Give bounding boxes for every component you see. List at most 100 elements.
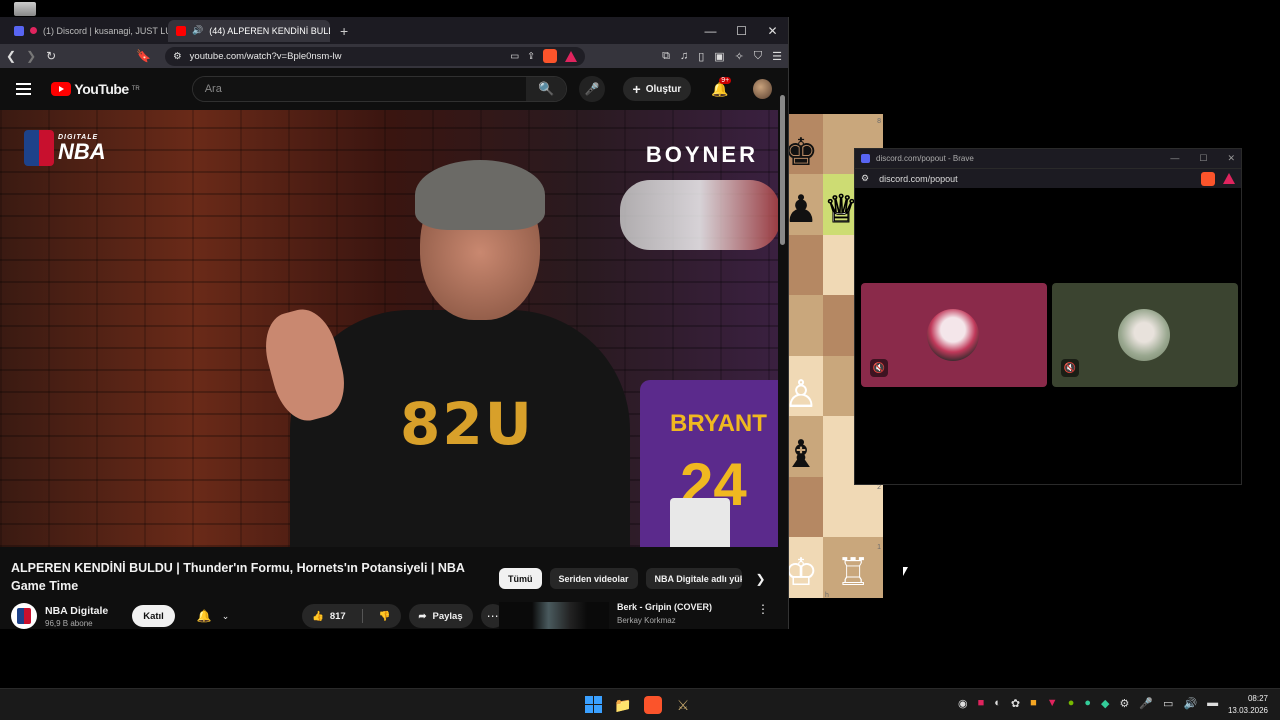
youtube-play-icon <box>51 82 72 96</box>
minimize-button[interactable]: — <box>695 24 726 38</box>
volume-icon[interactable]: 🔊 <box>1183 697 1197 710</box>
popout-address-bar[interactable]: ⚙ discord.com/popout <box>855 168 1241 188</box>
tab-label: (1) Discord | kusanagi, JUST LUX. <box>43 25 168 36</box>
reload-icon[interactable]: ↻ <box>46 49 56 63</box>
app-tray-icon[interactable]: ▼ <box>1047 697 1058 710</box>
join-button[interactable]: Katıl <box>132 605 175 627</box>
site-info-icon[interactable]: ⚙ <box>173 51 182 62</box>
tab-discord[interactable]: (1) Discord | kusanagi, JUST LUX. <box>6 20 168 42</box>
app-tray-icon[interactable]: ✿ <box>1011 697 1020 710</box>
forward-icon[interactable]: ❯ <box>26 49 36 63</box>
video-title: ALPEREN KENDİNİ BULDU | Thunder'ın Formu… <box>11 561 465 593</box>
white-pawn-piece[interactable]: ♙ <box>789 364 831 424</box>
app-tray-icon[interactable]: ■ <box>978 697 985 710</box>
tab-search-icon[interactable]: ⧉ <box>662 50 670 63</box>
bookmark-icon[interactable]: 🔖 <box>136 49 151 63</box>
white-rook-piece[interactable]: ♖ <box>823 542 883 602</box>
channel-avatar[interactable] <box>11 603 37 629</box>
video-player[interactable]: BRYANT 24 82U DIGITALE NBA BOYNER <box>0 110 778 547</box>
rank-label: 2 <box>877 484 881 491</box>
participant-tile[interactable]: 🔇 <box>861 283 1047 387</box>
presenter: 82U <box>250 150 630 547</box>
share-icon: ➦ <box>418 610 427 622</box>
desktop-icon[interactable] <box>14 2 36 16</box>
close-button[interactable]: ✕ <box>1227 153 1235 164</box>
black-pawn-piece[interactable]: ♟ <box>789 179 831 239</box>
app-tray-icon[interactable]: ◆ <box>1101 697 1109 710</box>
thumbs-up-icon: 👍 <box>312 610 324 622</box>
new-tab-button[interactable]: + <box>340 23 348 39</box>
notification-badge: 9+ <box>719 76 732 84</box>
popout-titlebar: discord.com/popout - Brave — ☐ ✕ <box>855 149 1241 168</box>
app-tray-icon[interactable]: ⚙ <box>1119 697 1129 710</box>
app-tray-icon[interactable]: ● <box>1084 697 1091 710</box>
brave-rewards-icon[interactable] <box>1223 173 1235 184</box>
tab-youtube[interactable]: 🔊 (44) ALPEREN KENDİNİ BULD ✕ <box>168 19 330 42</box>
brave-shields-icon[interactable] <box>1201 171 1215 186</box>
dislike-button[interactable]: 👎 <box>369 604 401 628</box>
more-vert-icon[interactable]: ⋮ <box>757 602 769 629</box>
notifications-button[interactable]: 🔔 9+ <box>711 76 732 98</box>
league-client-icon[interactable]: ⚔ <box>672 694 694 716</box>
close-button[interactable]: ✕ <box>757 24 788 38</box>
media-icon[interactable]: ♫ <box>680 50 688 63</box>
mug-decor <box>670 498 730 547</box>
share-icon[interactable]: ⇪ <box>527 51 535 62</box>
maximize-button[interactable]: ☐ <box>726 24 757 38</box>
subscribed-bell-button[interactable]: 🔔 ⌄ <box>189 605 238 627</box>
chip-all[interactable]: Tümü <box>499 568 542 589</box>
chevron-right-icon[interactable]: ❯ <box>756 572 766 586</box>
voice-search-button[interactable]: 🎤 <box>579 76 605 102</box>
minimize-button[interactable]: — <box>1170 153 1179 164</box>
file-explorer-icon[interactable]: 📁 <box>612 694 634 716</box>
scrollbar[interactable] <box>779 85 787 629</box>
plus-icon: + <box>632 81 641 97</box>
nvidia-icon[interactable]: ● <box>1068 697 1075 710</box>
youtube-logo[interactable]: YouTube TR <box>51 81 140 97</box>
video-thumbnail[interactable] <box>499 602 609 629</box>
menu-icon[interactable]: ☰ <box>772 50 782 63</box>
mic-icon[interactable]: 🎤 <box>1139 697 1153 710</box>
channel-name[interactable]: NBA Digitale <box>45 605 108 617</box>
back-icon[interactable]: ❮ <box>6 49 16 63</box>
search-input[interactable]: Ara <box>192 77 527 101</box>
like-button[interactable]: 👍 817 <box>302 604 356 628</box>
shirt-print: 82U <box>400 390 534 458</box>
create-button[interactable]: + Oluştur <box>622 77 692 101</box>
nba-digitale-logo: DIGITALE NBA <box>24 130 106 166</box>
hamburger-menu-icon[interactable] <box>16 83 32 95</box>
app-tray-icon[interactable]: ◐ <box>994 697 1001 710</box>
steam-icon[interactable]: ◉ <box>958 697 968 710</box>
battery-icon[interactable]: ▬ <box>1207 697 1218 710</box>
brave-browser-icon[interactable] <box>644 696 662 714</box>
share-button[interactable]: ➦ Paylaş <box>408 604 473 628</box>
youtube-header: YouTube TR Ara 🔍 🎤 + Oluştur 🔔 9+ <box>0 68 788 110</box>
black-bishop-piece[interactable]: ♝ <box>789 424 831 484</box>
recommended-video[interactable]: Berk - Gripin (COVER) Berkay Korkmaz ⋮ <box>499 602 769 629</box>
sponsor-logo: BOYNER <box>645 142 758 167</box>
site-info-icon[interactable]: ⚙ <box>861 173 869 184</box>
avatar[interactable] <box>752 79 772 99</box>
leo-ai-icon[interactable]: ✧ <box>735 50 744 63</box>
network-icon[interactable]: ▭ <box>1163 697 1173 710</box>
search-icon: 🔍 <box>538 81 555 96</box>
nba-logo-icon <box>24 130 54 166</box>
vpn-icon[interactable]: ⛉ <box>754 50 762 63</box>
app-tray-icon[interactable]: ■ <box>1030 697 1037 710</box>
address-bar[interactable]: ⚙ youtube.com/watch?v=Bple0nsm-lw ▭ ⇪ <box>165 46 586 66</box>
maximize-button[interactable]: ☐ <box>1199 153 1207 164</box>
sidebar-icon[interactable]: ▯ <box>698 50 704 63</box>
participant-tile[interactable]: 🔇 <box>1052 283 1238 387</box>
wallet-icon[interactable]: ▣ <box>714 50 724 63</box>
brave-rewards-icon[interactable] <box>565 50 578 62</box>
brave-shields-icon[interactable] <box>543 49 558 63</box>
chip-series[interactable]: Seriden videolar <box>549 568 638 589</box>
search-button[interactable]: 🔍 <box>526 77 567 101</box>
clock[interactable]: 08:27 13.03.2026 <box>1228 693 1268 717</box>
start-button-icon[interactable] <box>585 696 602 713</box>
mouse-cursor <box>903 567 908 576</box>
black-king-piece[interactable]: ♚ <box>789 122 831 182</box>
chip-channel-uploads[interactable]: NBA Digitale adlı yükl <box>645 568 742 589</box>
rec-title[interactable]: Berk - Gripin (COVER) <box>617 602 712 612</box>
cast-icon[interactable]: ▭ <box>510 51 519 62</box>
